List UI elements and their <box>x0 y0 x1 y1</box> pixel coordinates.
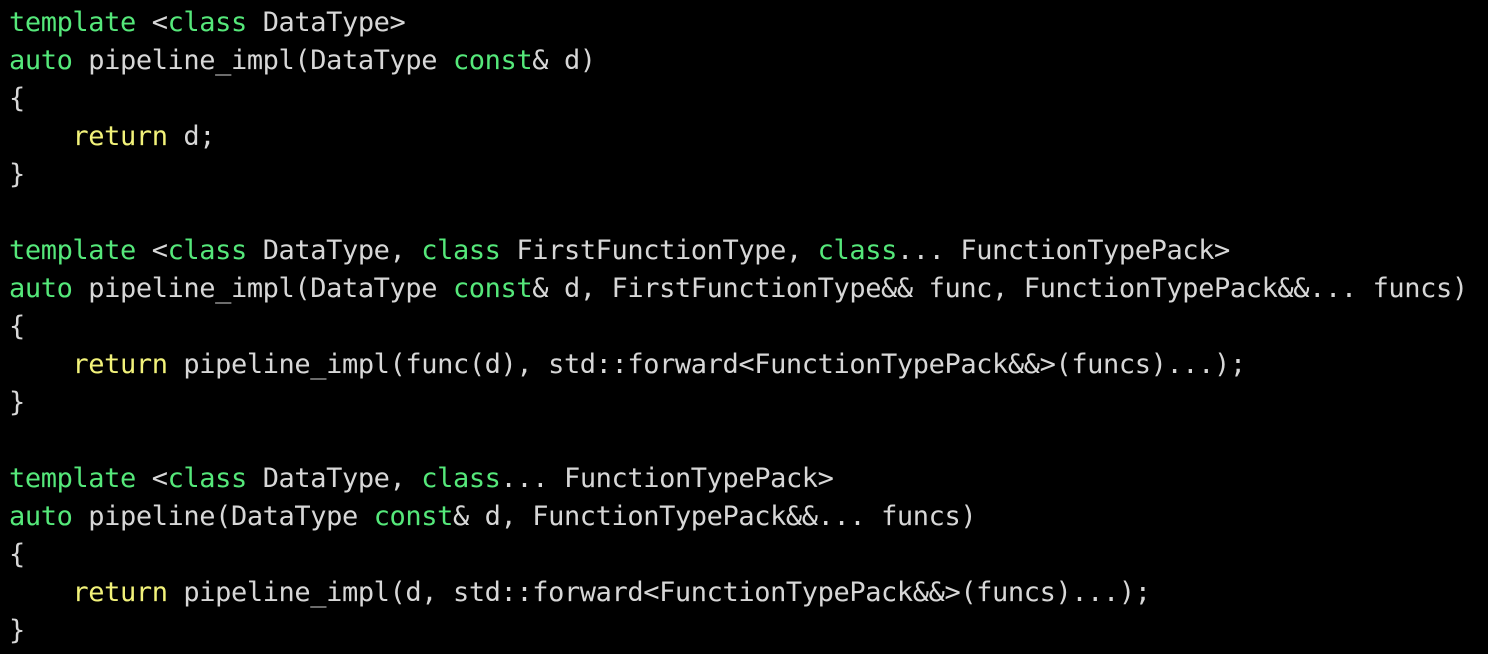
keyword-token: auto <box>9 501 73 532</box>
code-text-token: DataType> <box>246 7 406 38</box>
code-line-9: { <box>9 308 1468 346</box>
code-text-token: } <box>9 159 25 190</box>
code-text-token: ... FunctionTypePack> <box>896 235 1230 266</box>
code-line-16: return pipeline_impl(d, std::forward<Fun… <box>9 574 1468 612</box>
code-text-token: < <box>135 7 168 38</box>
keyword-token: template <box>9 463 136 494</box>
keyword-token: const <box>452 45 533 76</box>
code-line-13: template <class DataType, class... Funct… <box>9 460 1468 498</box>
code-text-token: pipeline_impl(func(d), std::forward<Func… <box>167 349 1246 380</box>
code-text-token: FirstFunctionType, <box>500 235 818 266</box>
keyword-token: auto <box>9 45 73 76</box>
code-text-token: { <box>9 83 25 114</box>
code-line-2: auto pipeline_impl(DataType const& d) <box>9 42 1468 80</box>
code-line-3: { <box>9 80 1468 118</box>
code-text-token: pipeline(DataType <box>72 501 374 532</box>
code-text-token: ... FunctionTypePack> <box>500 463 834 494</box>
code-text-token: & d, FunctionTypePack&&... funcs) <box>452 501 977 532</box>
keyword-token: class <box>421 235 501 266</box>
keyword-token: const <box>452 273 533 304</box>
code-line-1: template <class DataType> <box>9 4 1468 42</box>
code-text-token: pipeline_impl(DataType <box>72 45 453 76</box>
code-line-14: auto pipeline(DataType const& d, Functio… <box>9 498 1468 536</box>
code-line-4: return d; <box>9 118 1468 156</box>
code-text-token: < <box>135 463 168 494</box>
control-keyword-token: return <box>72 121 168 152</box>
code-text-token: pipeline_impl(d, std::forward<FunctionTy… <box>167 577 1151 608</box>
keyword-token: const <box>373 501 454 532</box>
code-text-token: DataType, <box>246 463 422 494</box>
keyword-token: template <box>9 235 136 266</box>
code-text-token: } <box>9 615 25 646</box>
code-text-token: { <box>9 539 25 570</box>
keyword-token: class <box>167 235 248 266</box>
code-text-token: & d) <box>532 45 596 76</box>
code-text-token: < <box>135 235 168 266</box>
code-text-token: d; <box>167 121 216 152</box>
code-text-token: DataType, <box>246 235 422 266</box>
keyword-token: class <box>167 7 248 38</box>
code-editor-view: template <class DataType> auto pipeline_i… <box>9 4 1468 650</box>
code-text-token: & d, FirstFunctionType&& func, FunctionT… <box>532 273 1468 304</box>
control-keyword-token: return <box>72 577 168 608</box>
code-line-11: } <box>9 384 1468 422</box>
keyword-token: template <box>9 7 136 38</box>
code-line-5: } <box>9 156 1468 194</box>
control-keyword-token: return <box>72 349 168 380</box>
code-line-8: auto pipeline_impl(DataType const& d, Fi… <box>9 270 1468 308</box>
code-text-token: } <box>9 387 25 418</box>
code-line-10: return pipeline_impl(func(d), std::forwa… <box>9 346 1468 384</box>
keyword-token: class <box>167 463 248 494</box>
keyword-token: class <box>817 235 898 266</box>
code-line-17: } <box>9 612 1468 650</box>
code-line-7: template <class DataType, class FirstFun… <box>9 232 1468 270</box>
keyword-token: auto <box>9 273 73 304</box>
keyword-token: class <box>421 463 501 494</box>
code-text-token: pipeline_impl(DataType <box>72 273 453 304</box>
code-text-token: { <box>9 311 25 342</box>
code-line-15: { <box>9 536 1468 574</box>
